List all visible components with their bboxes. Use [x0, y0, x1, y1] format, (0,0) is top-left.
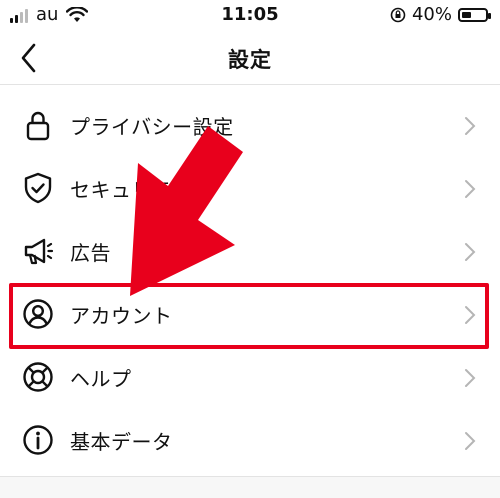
- shield-check-icon: [24, 172, 52, 204]
- navigation-bar: 設定: [0, 34, 500, 85]
- megaphone-icon: [24, 238, 54, 265]
- menu-item-privacy[interactable]: プライバシー設定: [0, 94, 500, 157]
- menu-item-basic-data[interactable]: 基本データ: [0, 409, 500, 472]
- lifebuoy-icon: [23, 362, 53, 392]
- bottom-band: [0, 477, 500, 498]
- page-title: 設定: [228, 48, 272, 72]
- menu-item-label: ヘルプ: [70, 367, 132, 391]
- menu-item-label: プライバシー設定: [70, 115, 234, 139]
- battery-icon: [458, 7, 491, 22]
- chevron-right-icon: [465, 117, 476, 135]
- chevron-right-icon: [465, 180, 476, 198]
- menu-item-help[interactable]: ヘルプ: [0, 346, 500, 409]
- info-icon: [23, 425, 53, 455]
- lock-icon: [26, 111, 50, 141]
- menu-item-security[interactable]: セキュリティ: [0, 157, 500, 220]
- battery-percent: 40%: [411, 4, 452, 25]
- chevron-right-icon: [465, 432, 476, 450]
- account-highlight-box: [9, 283, 489, 349]
- status-bar: au 11:05 40%: [0, 0, 500, 34]
- menu-item-ads[interactable]: 広告: [0, 220, 500, 283]
- orientation-lock-icon: [390, 7, 406, 22]
- menu-item-label: 広告: [70, 241, 111, 265]
- menu-item-label: セキュリティ: [70, 178, 192, 202]
- battery-level-fill: [462, 11, 471, 18]
- status-right: 40%: [390, 4, 491, 25]
- menu-item-label: 基本データ: [70, 430, 173, 454]
- chevron-right-icon: [465, 243, 476, 261]
- chevron-right-icon: [465, 369, 476, 387]
